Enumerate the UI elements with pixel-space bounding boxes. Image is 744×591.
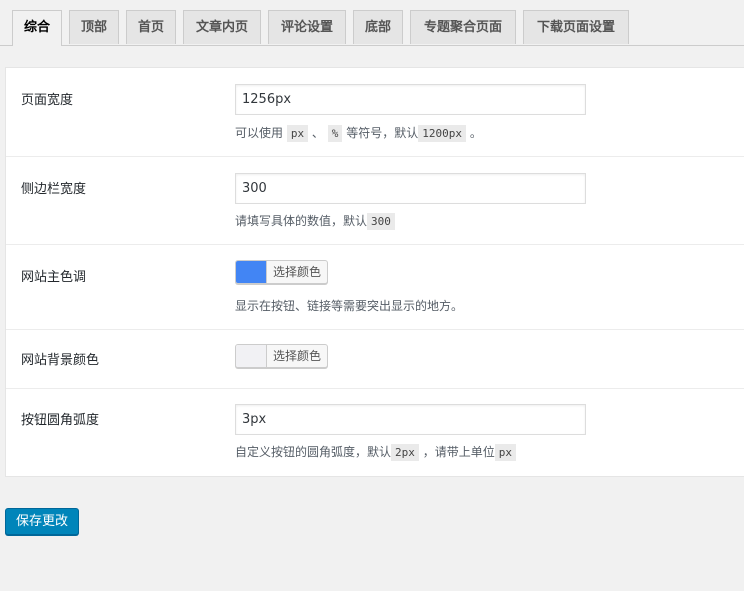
tab-general[interactable]: 综合 [12,10,62,46]
button-radius-label: 按钮圆角弧度 [21,413,100,428]
button-radius-input[interactable] [235,404,586,435]
tab-comments[interactable]: 评论设置 [268,10,346,44]
tab-topic-page[interactable]: 专题聚合页面 [410,10,516,44]
code-unit-px: px [494,444,516,461]
main-color-picker-button[interactable]: 选择颜色 [235,260,329,284]
bg-color-swatch [236,345,267,367]
tab-header[interactable]: 顶部 [69,10,119,44]
bg-color-picker-button[interactable]: 选择颜色 [235,344,329,368]
settings-tabs: 综合 顶部 首页 文章内页 评论设置 底部 专题聚合页面 下载页面设置 [0,0,744,46]
setting-row-button-radius: 按钮圆角弧度 自定义按钮的圆角弧度，默认2px ，请带上单位px [6,389,744,476]
page-width-description: 可以使用 px 、 % 等符号，默认 1200px 。 [235,125,482,142]
tab-home[interactable]: 首页 [126,10,176,44]
sidebar-width-input[interactable] [235,173,586,204]
setting-row-main-color: 网站主色调 选择颜色 显示在按钮、链接等需要突出显示的地方。 [6,245,744,330]
main-color-picker-label: 选择颜色 [273,265,322,279]
bg-color-label: 网站背景颜色 [21,353,100,368]
setting-row-sidebar-width: 侧边栏宽度 请填写具体的数值，默认300 [6,157,744,245]
tab-article[interactable]: 文章内页 [183,10,261,44]
code-default-sidebar: 300 [367,213,395,230]
sidebar-width-description: 请填写具体的数值，默认 300 [235,211,395,232]
settings-panel: 页面宽度 可以使用 px 、 % 等符号，默认1200px 。 侧边栏宽度 请填… [5,67,744,477]
code-default-radius: 2px [391,444,419,461]
main-color-description: 显示在按钮、链接等需要突出显示的地方。 [235,299,464,313]
code-percent: % [327,125,343,142]
bg-color-picker-label: 选择颜色 [273,349,322,363]
main-color-swatch [236,261,267,283]
main-color-label: 网站主色调 [21,270,87,285]
tab-footer[interactable]: 底部 [353,10,403,44]
save-changes-button[interactable]: 保存更改 [5,508,80,535]
sidebar-width-label: 侧边栏宽度 [21,182,87,197]
page-width-label: 页面宽度 [21,93,74,108]
tab-download-page[interactable]: 下载页面设置 [523,10,629,44]
code-px: px [286,125,309,142]
setting-row-page-width: 页面宽度 可以使用 px 、 % 等符号，默认1200px 。 [6,68,744,157]
page-width-input[interactable] [235,84,586,115]
setting-row-bg-color: 网站背景颜色 选择颜色 [6,330,744,389]
button-radius-description: 自定义按钮的圆角弧度，默认 2px ，请带上单位 px [235,442,516,463]
code-default-width: 1200px [418,125,466,142]
